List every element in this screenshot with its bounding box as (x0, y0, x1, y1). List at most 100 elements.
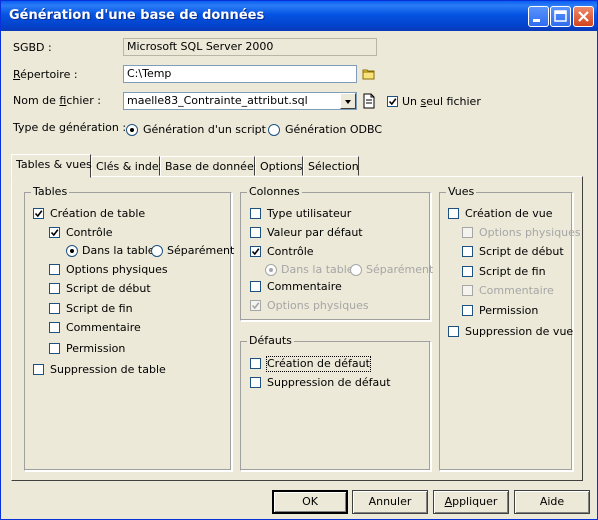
valeur-defaut-checkbox[interactable] (250, 227, 261, 238)
tab-selection[interactable]: Sélection (303, 156, 359, 176)
tab-label: Tables & vues (16, 158, 92, 171)
tab-cles-index[interactable]: Clés & index (91, 156, 165, 176)
script-debut-vue-label: Script de début (479, 245, 564, 258)
creation-vue-checkbox[interactable] (448, 208, 459, 219)
creation-table-checkbox[interactable] (33, 208, 44, 219)
colonnes-group-title: Colonnes (247, 185, 302, 199)
tab-tables-vues[interactable]: Tables & vues (11, 154, 92, 178)
ok-button[interactable]: OK (272, 490, 348, 514)
folder-icon (362, 69, 375, 80)
separement-colonnes-radio[interactable] (350, 264, 362, 276)
radio-dot (130, 128, 134, 132)
check-icon (34, 210, 43, 218)
type-script-radio[interactable] (126, 124, 138, 136)
close-icon (578, 11, 589, 22)
type-generation-label: Type de génération : (13, 121, 127, 134)
annuler-button[interactable]: Annuler (352, 490, 428, 514)
separement-table-radio[interactable] (151, 245, 163, 257)
repertoire-input[interactable]: C:\Temp (123, 65, 357, 83)
radio-dot (269, 268, 273, 272)
close-button[interactable] (573, 6, 594, 27)
permission-vue-checkbox[interactable] (462, 305, 473, 316)
appliquer-label: ppliquer (452, 495, 498, 508)
dans-table-radio[interactable] (66, 245, 78, 257)
seul-fichier-checkbox[interactable] (387, 96, 398, 107)
options-physiques-vue-label: Options physiques (479, 226, 581, 239)
script-debut-table-checkbox[interactable] (49, 283, 60, 294)
maximize-icon (554, 10, 567, 22)
window-title: Génération d'une base de données (9, 8, 265, 23)
minimize-icon (533, 19, 540, 22)
aide-button[interactable]: Aide (514, 490, 590, 514)
suppression-vue-checkbox[interactable] (448, 326, 459, 337)
seul-fichier-label: Un seul fichier (402, 95, 481, 108)
script-fin-table-label: Script de fin (66, 302, 133, 315)
tab-label: Options (260, 160, 303, 173)
script-fin-vue-checkbox[interactable] (462, 266, 473, 277)
dans-table-label: Dans la table (82, 244, 155, 257)
creation-table-label: Création de table (50, 207, 146, 220)
controle-table-label: Contrôle (66, 226, 113, 239)
permission-table-label: Permission (66, 342, 126, 355)
type-odbc-label: Génération ODBC (285, 123, 383, 136)
options-physiques-table-checkbox[interactable] (49, 264, 60, 275)
minimize-button[interactable] (528, 6, 549, 27)
permission-vue-label: Permission (479, 304, 539, 317)
creation-vue-label: Création de vue (465, 207, 553, 220)
fichier-label: Nom de fichier : (13, 94, 101, 107)
dans-table-colonnes-label: Dans la table (281, 263, 354, 276)
tables-group-title: Tables (31, 185, 70, 199)
suppression-table-label: Suppression de table (50, 363, 166, 376)
properties-button[interactable] (361, 93, 377, 109)
maximize-button[interactable] (550, 6, 571, 27)
options-physiques-colonnes-checkbox[interactable] (250, 300, 261, 311)
dialog-window: Génération d'une base de données SGBD : … (0, 0, 598, 520)
options-physiques-table-label: Options physiques (66, 263, 168, 276)
check-icon (251, 248, 260, 256)
script-debut-table-label: Script de début (66, 282, 151, 295)
permission-table-checkbox[interactable] (49, 343, 60, 354)
tab-base-donnees[interactable]: Base de données (160, 156, 259, 176)
commentaire-colonnes-checkbox[interactable] (250, 281, 261, 292)
document-icon (363, 93, 375, 109)
dans-table-colonnes-radio[interactable] (265, 264, 277, 276)
commentaire-vue-checkbox[interactable] (462, 285, 473, 296)
sgbd-field: Microsoft SQL Server 2000 (123, 38, 377, 56)
tab-panel: Tables Création de table Contrôle Dans l… (11, 176, 583, 481)
suppression-defaut-label: Suppression de défaut (267, 376, 391, 389)
repertoire-label: Répertoire : (13, 68, 78, 81)
type-script-label: Génération d'un script (143, 123, 266, 136)
suppression-defaut-checkbox[interactable] (250, 377, 261, 388)
tab-label: Clés & index (96, 160, 165, 173)
check-icon (50, 229, 59, 237)
browse-folder-button[interactable] (361, 66, 377, 82)
appliquer-button[interactable]: Appliquer (433, 490, 509, 514)
type-odbc-radio[interactable] (268, 124, 280, 136)
radio-dot (70, 249, 74, 253)
commentaire-table-checkbox[interactable] (49, 322, 60, 333)
script-fin-table-checkbox[interactable] (49, 303, 60, 314)
controle-colonnes-checkbox[interactable] (250, 246, 261, 257)
repertoire-label-text: épertoire : (20, 68, 78, 81)
fichier-label-text: ichier : (66, 94, 101, 107)
commentaire-table-label: Commentaire (66, 321, 141, 334)
options-physiques-vue-checkbox[interactable] (462, 227, 473, 238)
separement-colonnes-label: Séparément (366, 263, 434, 276)
commentaire-vue-label: Commentaire (479, 284, 554, 297)
title-bar[interactable]: Génération d'une base de données (1, 1, 597, 31)
script-fin-vue-label: Script de fin (479, 265, 546, 278)
tab-label: Sélection (308, 160, 359, 173)
fichier-dropdown-button[interactable] (340, 93, 356, 109)
type-utilisateur-checkbox[interactable] (250, 208, 261, 219)
creation-defaut-checkbox[interactable] (250, 358, 261, 369)
valeur-defaut-label: Valeur par défaut (267, 226, 363, 239)
controle-colonnes-label: Contrôle (267, 245, 314, 258)
suppression-table-checkbox[interactable] (33, 364, 44, 375)
tab-options[interactable]: Options (255, 156, 303, 176)
type-utilisateur-label: Type utilisateur (267, 207, 352, 220)
fichier-combobox[interactable]: maelle83_Contrainte_attribut.sql (123, 92, 357, 110)
script-debut-vue-checkbox[interactable] (462, 246, 473, 257)
controle-table-checkbox[interactable] (49, 227, 60, 238)
sgbd-label: SGBD : (13, 41, 52, 54)
commentaire-colonnes-label: Commentaire (267, 280, 342, 293)
